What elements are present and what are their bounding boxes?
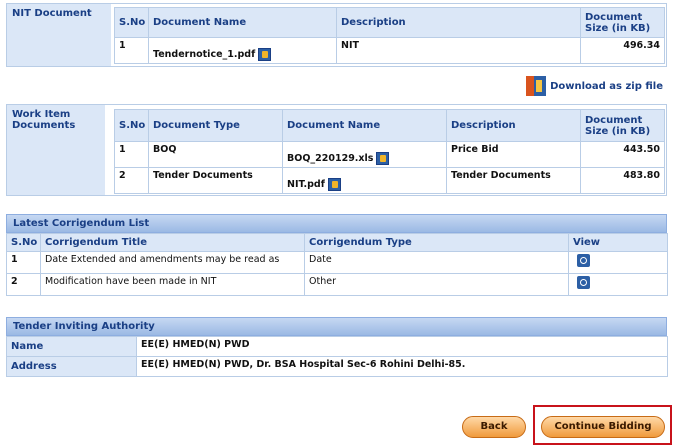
col-document-name: Document Name [148, 7, 337, 38]
file-icon[interactable] [376, 152, 390, 165]
col-sno: S.No [6, 233, 41, 252]
table-row: 1 Tendernotice_1.pdf NIT 496.34 [114, 37, 665, 64]
authority-panel: Tender Inviting Authority Name EE(E) HME… [6, 317, 668, 377]
nit-document-table-wrap: S.No Document Name Description Document … [114, 7, 665, 64]
corrigendum-panel: Latest Corrigendum List S.No Corrigendum… [6, 214, 668, 296]
col-description: Description [336, 7, 581, 38]
corrigendum-table: S.No Corrigendum Title Corrigendum Type … [6, 233, 668, 296]
table-row: 2 Tender Documents NIT.pdf Tender Docume… [114, 167, 665, 194]
col-size: Document Size (in KB) [580, 7, 665, 38]
document-link[interactable]: BOQ_220129.xls [287, 153, 373, 164]
table-row: 1 BOQ BOQ_220129.xls Price Bid 443.50 [114, 141, 665, 168]
col-view: View [568, 233, 668, 252]
table-row: 1 Date Extended and amendments may be re… [6, 251, 668, 274]
col-size: Document Size (in KB) [580, 109, 665, 142]
nit-document-label: NIT Document [7, 4, 111, 66]
pdf-file-icon[interactable] [258, 48, 272, 61]
name-value: EE(E) HMED(N) PWD [136, 336, 668, 357]
authority-title: Tender Inviting Authority [6, 317, 667, 336]
table-row: 2 Modification have been made in NIT Oth… [6, 273, 668, 296]
col-description: Description [446, 109, 581, 142]
document-link[interactable]: NIT.pdf [287, 179, 325, 190]
authority-table: Name EE(E) HMED(N) PWD Address EE(E) HME… [6, 336, 668, 377]
work-item-panel: Work Item Documents S.No Document Type D… [6, 104, 667, 196]
col-sno: S.No [114, 109, 149, 142]
col-corrigendum-type: Corrigendum Type [304, 233, 569, 252]
corrigendum-title: Latest Corrigendum List [6, 214, 667, 233]
col-document-name: Document Name [282, 109, 447, 142]
continue-bidding-button[interactable]: Continue Bidding [541, 416, 665, 438]
col-sno: S.No [114, 7, 149, 38]
work-item-label: Work Item Documents [7, 105, 105, 195]
nit-document-table: S.No Document Name Description Document … [114, 7, 665, 64]
col-document-type: Document Type [148, 109, 283, 142]
col-corrigendum-title: Corrigendum Title [40, 233, 305, 252]
download-zip-link[interactable]: Download as zip file [526, 76, 663, 98]
document-link[interactable]: Tendernotice_1.pdf [153, 49, 255, 60]
back-button[interactable]: Back [462, 416, 526, 438]
work-item-table: S.No Document Type Document Name Descrip… [114, 109, 665, 194]
nit-document-panel: NIT Document S.No Document Name Descript… [6, 3, 667, 67]
address-value: EE(E) HMED(N) PWD, Dr. BSA Hospital Sec-… [136, 356, 668, 377]
name-label: Name [6, 336, 137, 357]
view-icon[interactable] [577, 276, 590, 289]
pdf-file-icon[interactable] [327, 178, 341, 191]
zip-archive-icon [526, 76, 547, 96]
work-item-table-wrap: S.No Document Type Document Name Descrip… [114, 109, 665, 194]
view-icon[interactable] [577, 254, 590, 267]
address-label: Address [6, 356, 137, 377]
